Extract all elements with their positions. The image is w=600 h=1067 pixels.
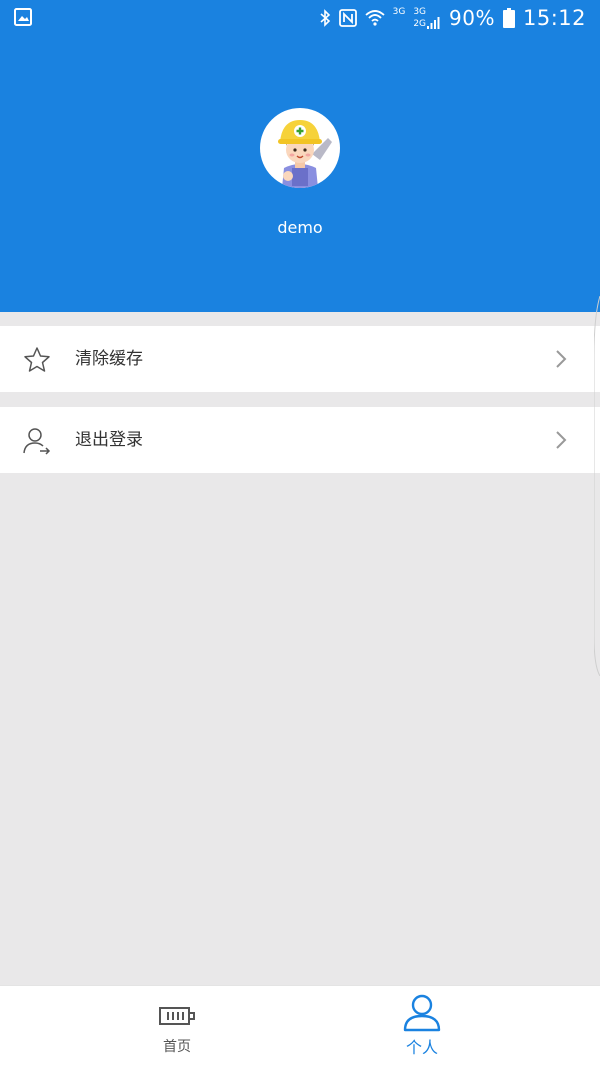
logout-user-icon: [23, 428, 51, 455]
chevron-right-icon: [556, 350, 567, 368]
battery-icon: [502, 8, 515, 28]
user-avatar[interactable]: [260, 108, 340, 188]
tab-home[interactable]: 首页: [127, 986, 227, 1067]
star-icon: [24, 347, 50, 372]
menu-item-clear-cache[interactable]: 清除缓存: [0, 326, 600, 392]
bottom-tab-bar: 首页 个人: [0, 985, 600, 1067]
person-icon: [403, 994, 441, 1032]
menu-item-label: 清除缓存: [75, 349, 143, 369]
tab-label-home: 首页: [163, 1039, 191, 1055]
status-bar: 3G 3G 2G 90% 15:12: [0, 0, 600, 36]
profile-header: 3G 3G 2G 90% 15:12 demo: [0, 0, 600, 312]
bluetooth-icon: [319, 9, 331, 27]
signal-icon: 3G 2G: [413, 6, 441, 29]
status-clock: 15:12: [522, 6, 586, 30]
worker-avatar-icon: [278, 120, 332, 188]
menu-item-logout[interactable]: 退出登录: [0, 407, 600, 473]
username: demo: [277, 218, 323, 237]
wifi-icon: [365, 9, 385, 27]
battery-home-icon: [159, 1007, 195, 1025]
profile-screen: 3G 3G 2G 90% 15:12 demo 清除缓存 退出登录 首页 个人: [0, 0, 600, 1067]
network-label-1: 3G: [392, 6, 406, 17]
tab-label-profile: 个人: [405, 1038, 438, 1057]
chevron-right-icon: [556, 431, 567, 449]
menu-item-label: 退出登录: [75, 430, 143, 450]
battery-percent: 90%: [449, 6, 495, 30]
network-label-3: 2G: [413, 18, 427, 29]
nfc-icon: [338, 9, 357, 27]
edge-curve-decoration: [594, 296, 600, 676]
gallery-notification-icon: [14, 8, 32, 30]
network-label-2: 3G: [413, 6, 427, 17]
tab-profile[interactable]: 个人: [372, 986, 472, 1067]
